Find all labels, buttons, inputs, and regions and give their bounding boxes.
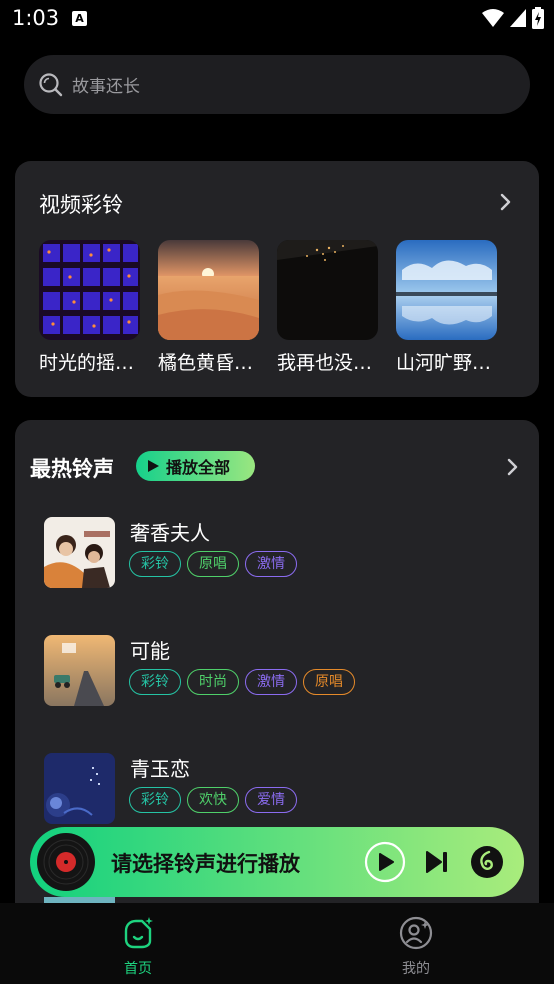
home-icon [124,917,153,949]
tag-badge: 时尚 [187,669,239,695]
chevron-right-icon[interactable] [506,457,520,477]
tab-profile[interactable]: 我的 [376,915,456,978]
chevron-right-icon[interactable] [499,192,513,212]
next-track-button[interactable] [424,849,450,875]
search-bar[interactable]: 故事还长 [24,55,530,114]
wifi-icon [482,9,504,27]
tab-home[interactable]: 首页 [98,915,178,978]
vinyl-record-icon [37,833,95,891]
tag-badge: 欢快 [187,787,239,813]
video-ringtone-section: 视频彩铃 时光的摇… 橘色黄昏… 我再也没… 山河旷野… [15,161,539,397]
song-cover [44,635,115,706]
tag-badge: 彩铃 [129,669,181,695]
song-title: 青玉恋 [130,757,190,781]
profile-icon [399,916,433,950]
player-prompt: 请选择铃声进行播放 [111,852,300,876]
tab-label: 我的 [402,961,430,977]
notification-a-icon: A [72,11,87,26]
video-item-label: 时光的摇… [39,352,135,374]
section-title-hot: 最热铃声 [30,457,114,481]
tag-badge: 激情 [245,669,297,695]
play-all-button[interactable]: 播放全部 [136,451,255,481]
video-thumbnail [277,240,378,340]
song-row[interactable]: 奢香夫人 彩铃 原唱 激情 [44,517,514,589]
section-title-video: 视频彩铃 [39,193,123,217]
video-thumbnail [158,240,259,340]
video-item[interactable]: 山河旷野… [396,240,497,375]
song-tags: 彩铃 时尚 激情 原唱 [129,669,355,695]
tag-badge: 彩铃 [129,787,181,813]
play-all-label: 播放全部 [166,458,231,477]
search-icon [39,72,63,96]
video-item[interactable]: 橘色黄昏… [158,240,259,375]
bottom-tab-bar: 首页 我的 [0,903,554,984]
video-item[interactable]: 时光的摇… [39,240,140,375]
video-item-label: 橘色黄昏… [158,352,254,374]
video-item[interactable]: 我再也没… [277,240,378,375]
mini-player[interactable]: 请选择铃声进行播放 [30,827,524,897]
song-cover [44,753,115,824]
song-tags: 彩铃 欢快 爱情 [129,787,297,813]
tag-badge: 激情 [245,551,297,577]
signal-icon [510,9,526,27]
status-icons [482,7,544,29]
song-row[interactable]: 青玉恋 彩铃 欢快 爱情 [44,753,514,825]
song-row[interactable]: 可能 彩铃 时尚 激情 原唱 [44,635,514,707]
song-tags: 彩铃 原唱 激情 [129,551,297,577]
tag-badge: 原唱 [187,551,239,577]
status-time: 1:03 [12,6,60,30]
play-icon [148,460,159,472]
song-cover [44,517,115,588]
search-input[interactable]: 故事还长 [72,72,140,97]
video-thumbnail [396,240,497,340]
status-bar: 1:03 A [0,0,554,38]
song-title: 奢香夫人 [130,521,210,545]
video-item-label: 我再也没… [277,352,373,374]
tag-badge: 彩铃 [129,551,181,577]
tag-badge: 原唱 [303,669,355,695]
video-item-label: 山河旷野… [396,352,492,374]
battery-icon [532,7,544,29]
music-app-icon[interactable] [470,845,504,879]
play-button[interactable] [364,841,406,883]
song-title: 可能 [130,639,170,663]
tab-label: 首页 [124,961,152,977]
tag-badge: 爱情 [245,787,297,813]
video-thumbnail [39,240,140,340]
